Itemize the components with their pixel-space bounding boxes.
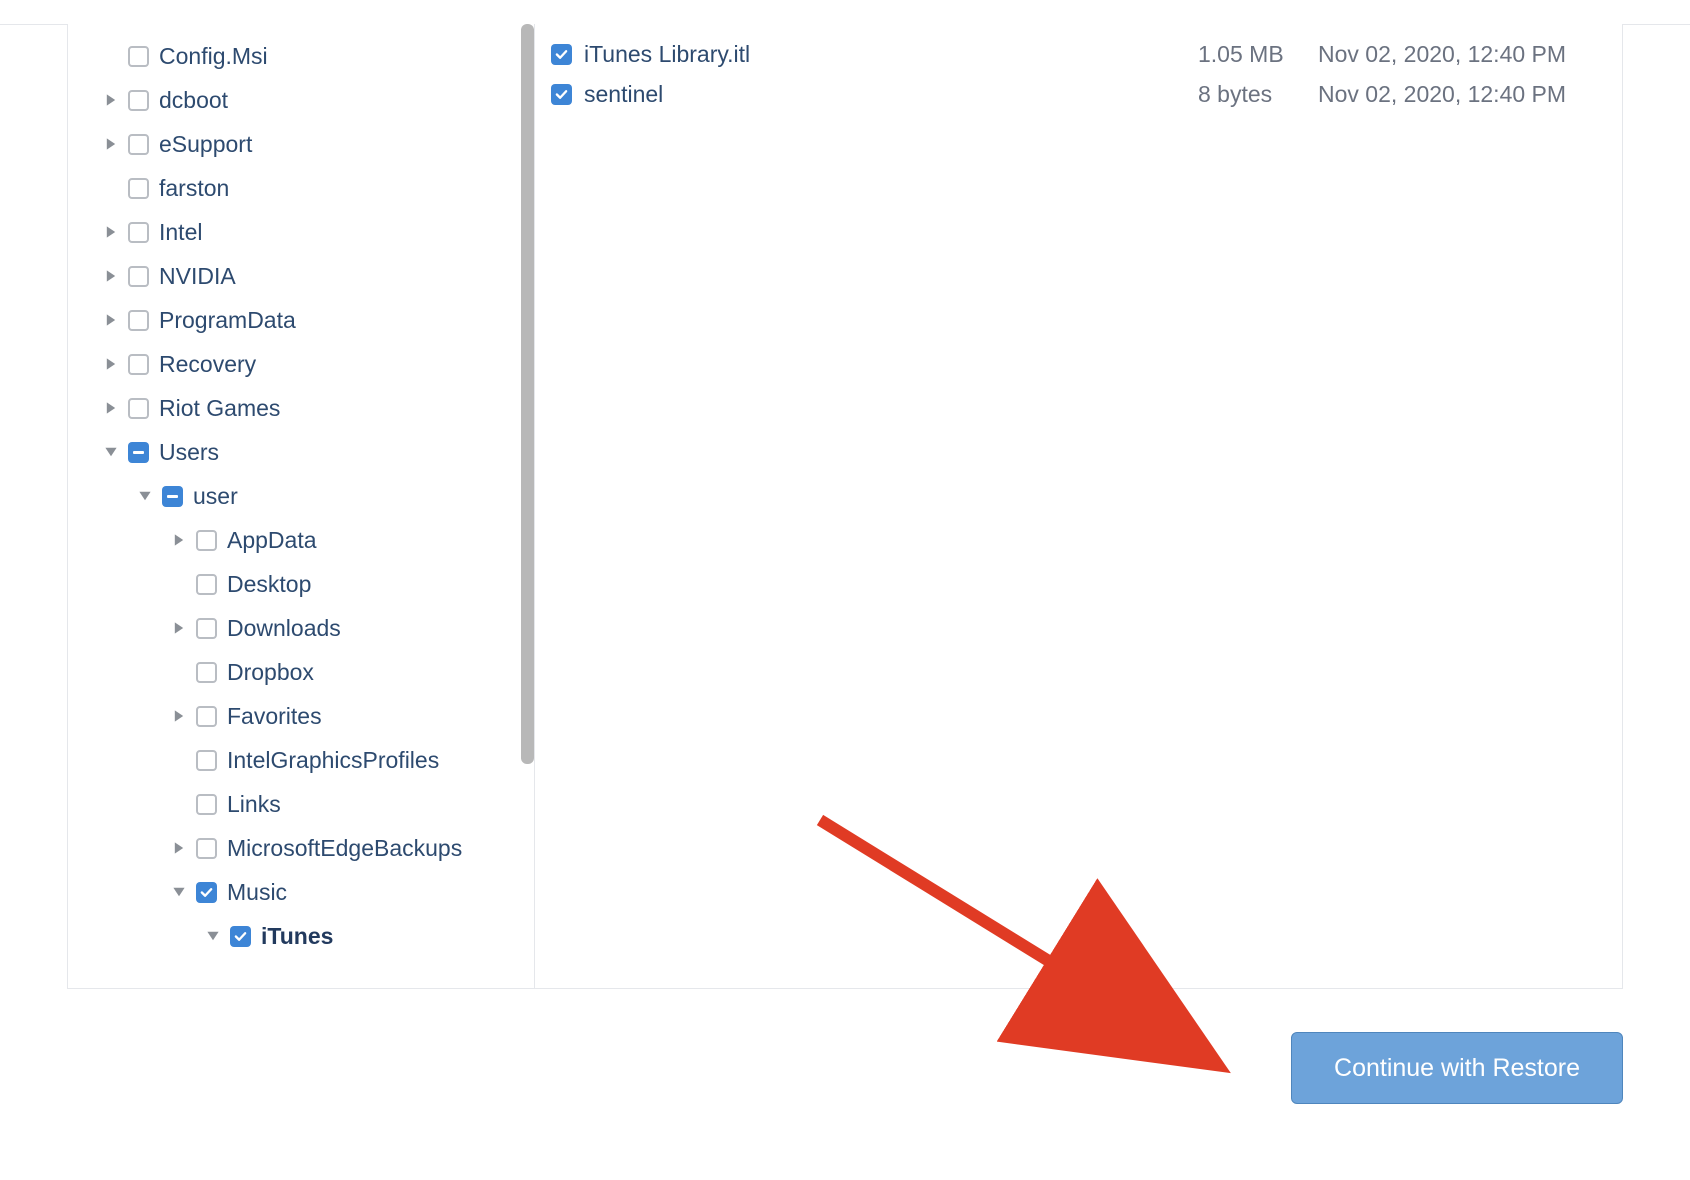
chevron-right-icon[interactable] (98, 137, 124, 151)
folder-tree-sidebar: Config.Msi dcboot eSupport farston Intel NVID… (68, 24, 534, 988)
file-date: Nov 02, 2020, 12:40 PM (1318, 41, 1588, 68)
checkbox-tree-16[interactable] (196, 750, 217, 771)
checkbox-tree-10[interactable] (162, 486, 183, 507)
tree-item-label: IntelGraphicsProfiles (227, 747, 439, 774)
checkbox-tree-0[interactable] (128, 46, 149, 67)
tree-row[interactable]: farston (98, 166, 520, 210)
file-size: 1.05 MB (1198, 41, 1318, 68)
chevron-right-icon[interactable] (98, 93, 124, 107)
continue-with-restore-button[interactable]: Continue with Restore (1291, 1032, 1623, 1104)
checkbox-tree-5[interactable] (128, 266, 149, 287)
checkbox-tree-19[interactable] (196, 882, 217, 903)
tree-item-label: iTunes (261, 923, 333, 950)
tree-row[interactable]: Config.Msi (98, 34, 520, 78)
tree-row[interactable]: Users (98, 430, 520, 474)
chevron-down-icon[interactable] (200, 929, 226, 943)
checkbox-tree-11[interactable] (196, 530, 217, 551)
tree-row[interactable]: dcboot (98, 78, 520, 122)
checkbox-tree-14[interactable] (196, 662, 217, 683)
tree-row[interactable]: MicrosoftEdgeBackups (98, 826, 520, 870)
file-date: Nov 02, 2020, 12:40 PM (1318, 81, 1588, 108)
tree-item-label: eSupport (159, 131, 252, 158)
file-name: sentinel (584, 81, 1198, 108)
checkbox-tree-9[interactable] (128, 442, 149, 463)
tree-item-label: Intel (159, 219, 202, 246)
tree-item-label: Links (227, 791, 281, 818)
checkbox-tree-15[interactable] (196, 706, 217, 727)
tree-item-label: Dropbox (227, 659, 314, 686)
chevron-right-icon[interactable] (98, 313, 124, 327)
tree-item-label: user (193, 483, 238, 510)
chevron-right-icon[interactable] (98, 401, 124, 415)
tree-row[interactable]: AppData (98, 518, 520, 562)
checkbox-tree-13[interactable] (196, 618, 217, 639)
checkbox-file-1[interactable] (551, 84, 572, 105)
tree-item-label: Users (159, 439, 219, 466)
chevron-right-icon[interactable] (98, 225, 124, 239)
tree-row[interactable]: eSupport (98, 122, 520, 166)
chevron-right-icon[interactable] (98, 357, 124, 371)
tree-item-label: MicrosoftEdgeBackups (227, 835, 462, 862)
tree-row[interactable]: iTunes (98, 914, 520, 958)
chevron-right-icon[interactable] (98, 269, 124, 283)
tree-item-label: Favorites (227, 703, 322, 730)
tree-row[interactable]: user (98, 474, 520, 518)
file-name: iTunes Library.itl (584, 41, 1198, 68)
sidebar-scrollbar[interactable] (521, 24, 534, 764)
tree-row[interactable]: Music (98, 870, 520, 914)
tree-row[interactable]: Recovery (98, 342, 520, 386)
chevron-right-icon[interactable] (166, 533, 192, 547)
tree-row[interactable]: ProgramData (98, 298, 520, 342)
tree-item-label: Desktop (227, 571, 311, 598)
file-size: 8 bytes (1198, 81, 1318, 108)
tree-item-label: Config.Msi (159, 43, 268, 70)
checkbox-tree-3[interactable] (128, 178, 149, 199)
tree-row[interactable]: Riot Games (98, 386, 520, 430)
tree-item-label: ProgramData (159, 307, 296, 334)
tree-item-label: Riot Games (159, 395, 280, 422)
file-list-pane: iTunes Library.itl1.05 MBNov 02, 2020, 1… (534, 24, 1622, 988)
checkbox-tree-8[interactable] (128, 398, 149, 419)
chevron-right-icon[interactable] (166, 841, 192, 855)
tree-row[interactable]: IntelGraphicsProfiles (98, 738, 520, 782)
checkbox-tree-7[interactable] (128, 354, 149, 375)
checkbox-tree-1[interactable] (128, 90, 149, 111)
tree-item-label: Recovery (159, 351, 256, 378)
checkbox-tree-6[interactable] (128, 310, 149, 331)
tree-item-label: AppData (227, 527, 317, 554)
tree-row[interactable]: Desktop (98, 562, 520, 606)
chevron-right-icon[interactable] (166, 621, 192, 635)
tree-item-label: dcboot (159, 87, 228, 114)
file-row[interactable]: iTunes Library.itl1.05 MBNov 02, 2020, 1… (551, 34, 1588, 74)
chevron-right-icon[interactable] (166, 709, 192, 723)
chevron-down-icon[interactable] (98, 445, 124, 459)
checkbox-file-0[interactable] (551, 44, 572, 65)
checkbox-tree-2[interactable] (128, 134, 149, 155)
restore-panel: Config.Msi dcboot eSupport farston Intel NVID… (67, 24, 1623, 989)
chevron-down-icon[interactable] (132, 489, 158, 503)
restore-button-label: Continue with Restore (1334, 1054, 1580, 1083)
tree-row[interactable]: NVIDIA (98, 254, 520, 298)
chevron-down-icon[interactable] (166, 885, 192, 899)
tree-item-label: Music (227, 879, 287, 906)
checkbox-tree-18[interactable] (196, 838, 217, 859)
checkbox-tree-17[interactable] (196, 794, 217, 815)
checkbox-tree-20[interactable] (230, 926, 251, 947)
checkbox-tree-4[interactable] (128, 222, 149, 243)
file-row[interactable]: sentinel8 bytesNov 02, 2020, 12:40 PM (551, 74, 1588, 114)
tree-item-label: farston (159, 175, 229, 202)
tree-item-label: NVIDIA (159, 263, 236, 290)
checkbox-tree-12[interactable] (196, 574, 217, 595)
tree-row[interactable]: Downloads (98, 606, 520, 650)
tree-row[interactable]: Dropbox (98, 650, 520, 694)
tree-item-label: Downloads (227, 615, 341, 642)
tree-row[interactable]: Links (98, 782, 520, 826)
tree-row[interactable]: Intel (98, 210, 520, 254)
tree-row[interactable]: Favorites (98, 694, 520, 738)
